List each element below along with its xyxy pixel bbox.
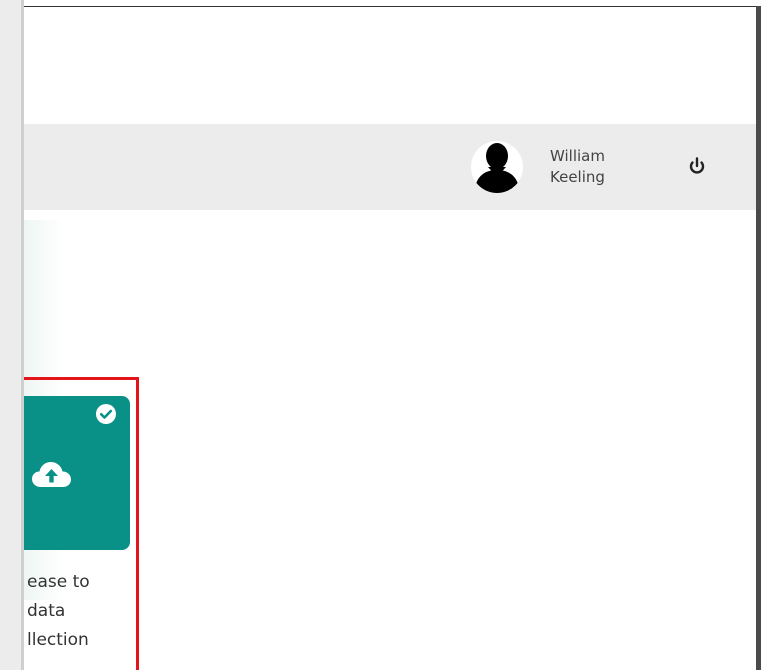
top-header-bar bbox=[24, 124, 756, 210]
left-gutter bbox=[0, 0, 21, 670]
tile-label-line-1: ease to bbox=[27, 572, 90, 592]
tile-label-line-2: data bbox=[27, 601, 66, 621]
user-silhouette-icon bbox=[471, 141, 523, 193]
window-frame-top bbox=[24, 6, 757, 7]
user-last-name: Keeling bbox=[550, 168, 605, 186]
page-margin bbox=[761, 0, 769, 670]
user-avatar[interactable] bbox=[470, 137, 524, 197]
tile-label-line-3: llection bbox=[27, 630, 89, 650]
logout-button[interactable] bbox=[685, 154, 709, 178]
power-icon bbox=[689, 157, 705, 174]
user-name: William Keeling bbox=[550, 146, 640, 188]
user-first-name: William bbox=[550, 147, 605, 165]
tile-label: ease to data llection bbox=[24, 568, 134, 655]
app-window: William Keeling ease to data llection bbox=[0, 0, 769, 670]
